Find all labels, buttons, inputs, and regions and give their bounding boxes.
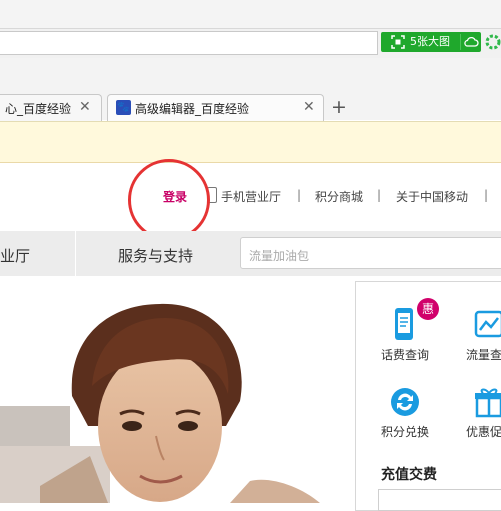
link-separator: | [484,188,489,202]
hero-illustration [0,276,346,503]
service-label-bill-query[interactable]: 话费查询 [381,346,429,363]
service-label-promotions[interactable]: 优惠促 [466,423,501,440]
link-separator: | [377,188,382,202]
browser-tab-active[interactable]: 🐾 高级编辑器_百度经验 ✕ [107,94,324,121]
points-exchange-icon[interactable] [389,386,421,418]
big-pictures-label: 5张大图 [410,35,450,48]
search-placeholder: 流量加油包 [249,249,310,263]
search-input[interactable]: 流量加油包 [240,237,501,269]
browser-toolbar [0,0,501,28]
big-pictures-button[interactable]: 5张大图 [381,32,481,52]
mobile-hall-link[interactable]: 手机营业厅 [221,188,281,205]
address-field[interactable] [0,31,378,55]
phone-bill-icon[interactable] [390,306,418,342]
info-bar [0,121,501,163]
cloud-icon[interactable] [463,35,479,49]
data-usage-icon[interactable] [474,308,501,340]
button-divider [460,34,461,50]
discount-badge: 惠 [417,298,439,320]
recharge-input[interactable] [378,489,501,511]
browser-tab[interactable]: 心_百度经验 ✕ [0,94,102,121]
points-mall-link[interactable]: 积分商城 [315,188,363,205]
recharge-title: 充值交费 [381,467,437,483]
close-tab-icon[interactable]: ✕ [79,99,91,115]
tab-title: 高级编辑器_百度经验 [135,102,250,116]
gift-icon[interactable] [474,386,501,418]
annotation-circle [128,159,210,241]
nav-divider [75,231,76,276]
close-tab-icon[interactable]: ✕ [303,99,315,115]
about-link[interactable]: 关于中国移动 [396,188,468,205]
hero-banner[interactable] [0,276,346,503]
paw-favicon-icon: 🐾 [116,100,131,115]
nav-item-business-hall[interactable]: 营业厅 [0,245,30,266]
nav-item-service-support[interactable]: 服务与支持 [118,245,193,266]
service-label-data-query[interactable]: 流量查 [466,346,501,363]
new-tab-button[interactable]: + [331,96,347,118]
screenshot-frame-icon [391,35,405,49]
link-separator: | [297,188,302,202]
tab-title: 心_百度经验 [5,102,72,116]
service-label-points-exchange[interactable]: 积分兑换 [381,423,429,440]
extension-ring-icon[interactable] [485,33,501,51]
